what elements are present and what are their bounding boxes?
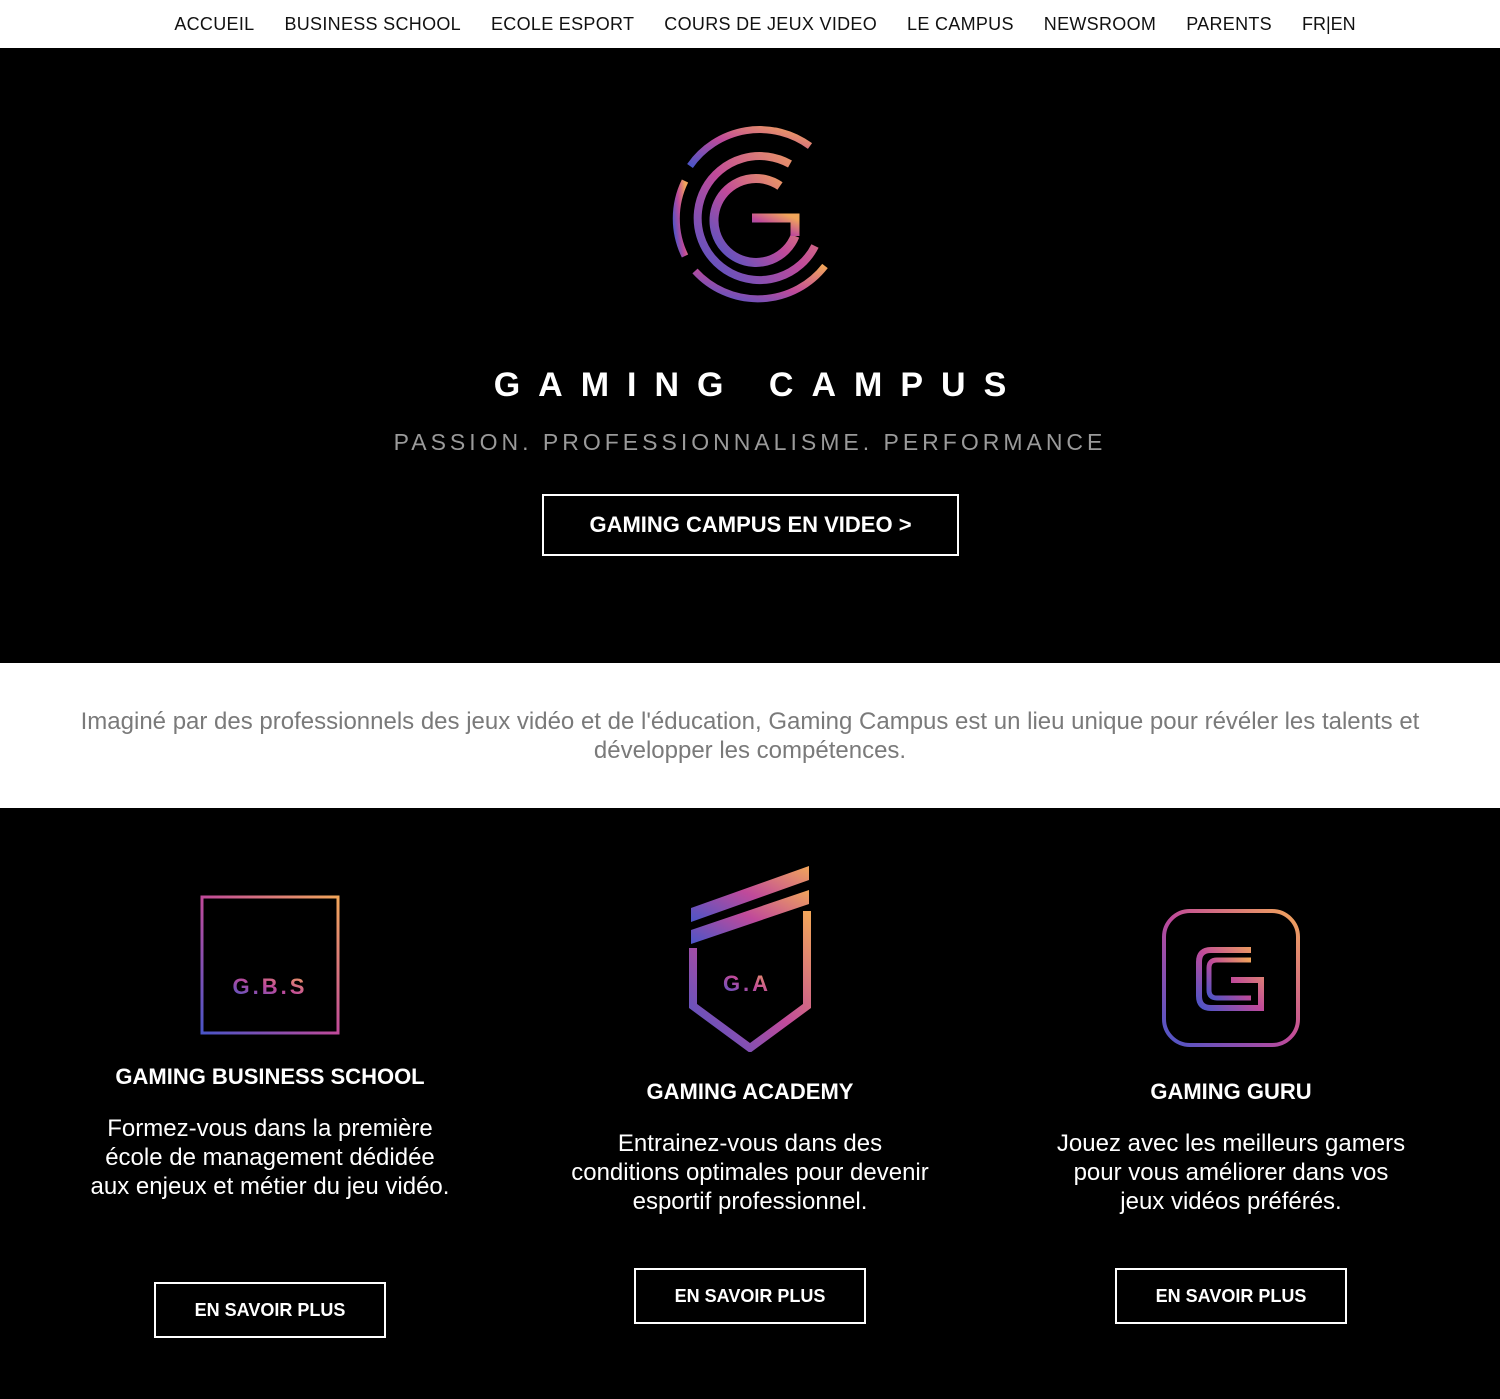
svg-text:G.A: G.A	[723, 971, 771, 996]
gbs-square-logo-icon: G.B.S	[200, 895, 340, 1035]
nav-item-newsroom[interactable]: NEWSROOM	[1044, 14, 1156, 35]
nav-item-le-campus[interactable]: LE CAMPUS	[907, 14, 1014, 35]
school-title-guru: GAMING GURU	[1150, 1079, 1312, 1104]
nav-item-cours-jeux-video[interactable]: COURS DE JEUX VIDEO	[664, 14, 877, 35]
hero-tagline: PASSION. PROFESSIONNALISME. PERFORMANCE	[393, 429, 1107, 455]
nav-item-parents[interactable]: PARENTS	[1186, 14, 1272, 35]
lang-fr-link[interactable]: FR	[1302, 14, 1326, 35]
school-desc-ga: Entrainez-vous dans des conditions optim…	[571, 1130, 929, 1215]
language-switcher: FR | EN	[1302, 14, 1356, 35]
nav-item-ecole-esport[interactable]: ECOLE ESPORT	[491, 14, 634, 35]
lang-en-link[interactable]: EN	[1331, 14, 1356, 35]
intro-section: Imaginé par des professionnels des jeux …	[0, 663, 1500, 808]
ga-learn-more-button[interactable]: EN SAVOIR PLUS	[634, 1268, 866, 1324]
video-button[interactable]: GAMING CAMPUS EN VIDEO >	[542, 494, 959, 556]
top-navigation: ACCUEIL BUSINESS SCHOOL ECOLE ESPORT COU…	[0, 0, 1500, 48]
guru-learn-more-button[interactable]: EN SAVOIR PLUS	[1115, 1268, 1347, 1324]
guru-rounded-g-icon	[1162, 909, 1300, 1047]
nav-item-accueil[interactable]: ACCUEIL	[174, 14, 254, 35]
nav-item-business-school[interactable]: BUSINESS SCHOOL	[284, 14, 461, 35]
svg-text:G.B.S: G.B.S	[233, 974, 308, 999]
schools-section: G.B.S GAMING BUSINESS SCHOOL Formez-vous…	[0, 808, 1500, 1399]
hero-section: GAMING CAMPUS PASSION. PROFESSIONNALISME…	[0, 48, 1500, 663]
gbs-learn-more-button[interactable]: EN SAVOIR PLUS	[154, 1282, 386, 1338]
gaming-campus-logo-icon	[672, 126, 828, 303]
intro-text: Imaginé par des professionnels des jeux …	[80, 707, 1420, 764]
school-title-gbs: GAMING BUSINESS SCHOOL	[115, 1064, 425, 1089]
ga-shield-logo-icon: G.A	[689, 866, 811, 1052]
school-desc-guru: Jouez avec les meilleurs gamers pour vou…	[1056, 1130, 1406, 1215]
school-desc-gbs: Formez-vous dans la première école de ma…	[90, 1115, 450, 1200]
brand-title: GAMING CAMPUS	[493, 366, 1025, 404]
school-title-ga: GAMING ACADEMY	[646, 1079, 854, 1104]
